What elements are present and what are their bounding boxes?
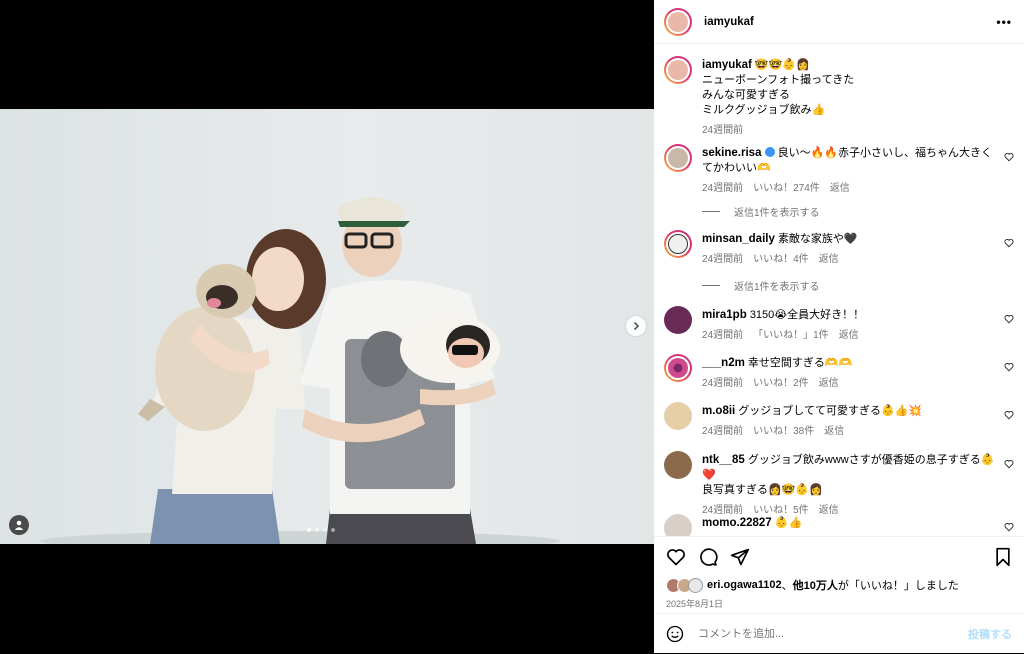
author-username[interactable]: iamyukaf <box>704 16 754 28</box>
commenter-avatar[interactable] <box>664 354 692 382</box>
comment-likes[interactable]: いいね！2件 <box>753 378 809 389</box>
view-replies[interactable]: 返信1件を表示する <box>702 278 820 293</box>
comment-text: 👶👍 <box>774 517 803 529</box>
comment-likes[interactable]: いいね！38件 <box>753 426 814 437</box>
view-replies[interactable]: 返信1件を表示する <box>702 204 820 219</box>
reply-button[interactable]: 返信 <box>819 254 839 265</box>
liker-avatars[interactable] <box>666 577 703 593</box>
comment-username[interactable]: sekine.risa <box>702 147 761 159</box>
comment-bubble-icon[interactable] <box>698 547 718 567</box>
comment-username[interactable]: ntk__85 <box>702 454 745 466</box>
author-avatar[interactable] <box>664 56 692 84</box>
liked-suffix: が「いいね！」しました <box>837 580 959 592</box>
caption: iamyukaf 🤓🤓👶👩 ニューボーンフォト撮ってきた みんな可愛すぎる ミル… <box>664 56 1014 138</box>
verified-badge-icon <box>764 147 775 157</box>
commenter-avatar[interactable] <box>664 514 692 536</box>
like-comment-heart-icon[interactable] <box>1004 238 1014 248</box>
reply-button[interactable]: 返信 <box>819 378 839 389</box>
commenter-avatar[interactable] <box>664 306 692 334</box>
comment-likes[interactable]: 「いいね！」1件 <box>753 330 829 341</box>
tagged-user-icon[interactable] <box>9 515 29 535</box>
like-comment-heart-icon[interactable] <box>1004 314 1014 324</box>
like-comment-heart-icon[interactable] <box>1004 362 1014 372</box>
comment-text: グッジョブしてて可愛すぎる👶👍💥 <box>738 405 923 417</box>
like-comment-heart-icon[interactable] <box>1004 459 1014 469</box>
family-photo-illustration <box>40 197 560 544</box>
post-date[interactable]: 2025年8月1日 <box>654 593 1024 610</box>
more-options-icon[interactable]: ••• <box>996 15 1012 29</box>
liked-by-user[interactable]: eri.ogawa1102 <box>707 579 782 591</box>
post-media <box>0 0 654 653</box>
post-comment-button[interactable]: 投稿する <box>968 626 1012 642</box>
comment-username[interactable]: minsan_daily <box>702 233 775 245</box>
commenter-avatar[interactable] <box>664 451 692 479</box>
likes-summary: eri.ogawa1102 、 他10万人 が「いいね！」しました <box>654 567 1024 593</box>
caption-line: みんな可愛すぎる <box>702 89 790 101</box>
like-comment-heart-icon[interactable] <box>1004 410 1014 420</box>
comment-text: グッジョブ飲みwwwさすが優香姫の息子すぎる👶❤️ <box>702 454 995 481</box>
comment-likes[interactable]: いいね！274件 <box>753 183 820 194</box>
commenter-avatar[interactable] <box>664 144 692 172</box>
comment-time[interactable]: 24週間前 <box>702 183 743 194</box>
carousel-dot <box>331 528 335 532</box>
comment-username[interactable]: momo.22827 <box>702 517 772 529</box>
comment-text: 3150😭全員大好き！！ <box>749 309 865 321</box>
caption-username[interactable]: iamyukaf <box>702 59 752 71</box>
caption-time[interactable]: 24週間前 <box>702 125 743 136</box>
post-header: iamyukaf ••• <box>654 0 1024 44</box>
comment-composer: 投稿する <box>654 613 1024 654</box>
comment-time[interactable]: 24週間前 <box>702 330 743 341</box>
comments-list[interactable]: iamyukaf 🤓🤓👶👩 ニューボーンフォト撮ってきた みんな可愛すぎる ミル… <box>654 44 1024 536</box>
comment-time[interactable]: 24週間前 <box>702 378 743 389</box>
carousel-dot <box>315 528 319 532</box>
comment-item: mira1pb 3150😭全員大好き！！ 24週間前 「いいね！」1件 返信 <box>664 306 1014 343</box>
comment-username[interactable]: mira1pb <box>702 309 747 321</box>
chevron-right-icon <box>633 321 640 331</box>
carousel-dot <box>323 528 327 532</box>
like-heart-icon[interactable] <box>666 547 686 567</box>
post-photo <box>0 109 654 544</box>
caption-line: ミルクグッジョブ飲み👍 <box>702 104 826 116</box>
emoji-smiley-icon[interactable] <box>666 625 684 643</box>
comment-text: 幸せ空間すぎる🫶🫶 <box>747 357 853 369</box>
view-replies-label[interactable]: 返信1件を表示する <box>734 204 820 219</box>
commenter-avatar[interactable] <box>664 402 692 430</box>
reply-button[interactable]: 返信 <box>830 183 850 194</box>
comment-text: 良写真すぎる👩🤓👶👩 <box>702 484 823 496</box>
comment-item: minsan_daily 素敵な家族や🖤 24週間前 いいね！4件 返信 <box>664 230 1014 267</box>
like-comment-heart-icon[interactable] <box>1004 522 1014 532</box>
view-replies-label[interactable]: 返信1件を表示する <box>734 278 820 293</box>
author-avatar[interactable] <box>664 7 692 36</box>
liker-avatar <box>688 577 703 593</box>
post-sidebar: iamyukaf ••• iamyukaf 🤓🤓👶👩 ニューボーンフォト撮ってき… <box>654 0 1024 653</box>
comment-text: 素敵な家族や🖤 <box>777 233 858 245</box>
liked-separator: 、 <box>781 580 793 592</box>
liked-count[interactable]: 他10万人 <box>793 577 838 593</box>
save-bookmark-icon[interactable] <box>994 547 1012 567</box>
comment-item: ___n2m 幸せ空間すぎる🫶🫶 24週間前 いいね！2件 返信 <box>664 354 1014 391</box>
carousel-dot-active <box>307 528 311 532</box>
reply-button[interactable]: 返信 <box>839 330 859 341</box>
comment-item: ntk__85 グッジョブ飲みwwwさすが優香姫の息子すぎる👶❤️ 良写真すぎる… <box>664 451 1014 518</box>
comment-username[interactable]: ___n2m <box>702 357 745 369</box>
comment-item: sekine.risa 良い〜🔥🔥赤子小さいし、福ちゃん大きくてかわいい🫶 24… <box>664 144 1014 196</box>
post-actions: eri.ogawa1102 、 他10万人 が「いいね！」しました 2025年8… <box>654 536 1024 654</box>
commenter-avatar[interactable] <box>664 230 692 258</box>
carousel-dots <box>307 528 335 532</box>
comment-time[interactable]: 24週間前 <box>702 254 743 265</box>
next-image-button[interactable] <box>626 316 646 336</box>
caption-line: ニューボーンフォト撮ってきた <box>702 74 855 86</box>
comment-item: m.o8ii グッジョブしてて可愛すぎる👶👍💥 24週間前 いいね！38件 返信 <box>664 402 1014 439</box>
reply-button[interactable]: 返信 <box>824 426 844 437</box>
caption-emojis: 🤓🤓👶👩 <box>754 59 810 71</box>
add-comment-input[interactable] <box>696 627 968 641</box>
comment-likes[interactable]: いいね！4件 <box>753 254 809 265</box>
share-paper-plane-icon[interactable] <box>730 547 750 567</box>
comment-username[interactable]: m.o8ii <box>702 405 735 417</box>
comment-item: momo.22827 👶👍 <box>664 514 1014 536</box>
comment-time[interactable]: 24週間前 <box>702 426 743 437</box>
like-comment-heart-icon[interactable] <box>1004 152 1014 162</box>
